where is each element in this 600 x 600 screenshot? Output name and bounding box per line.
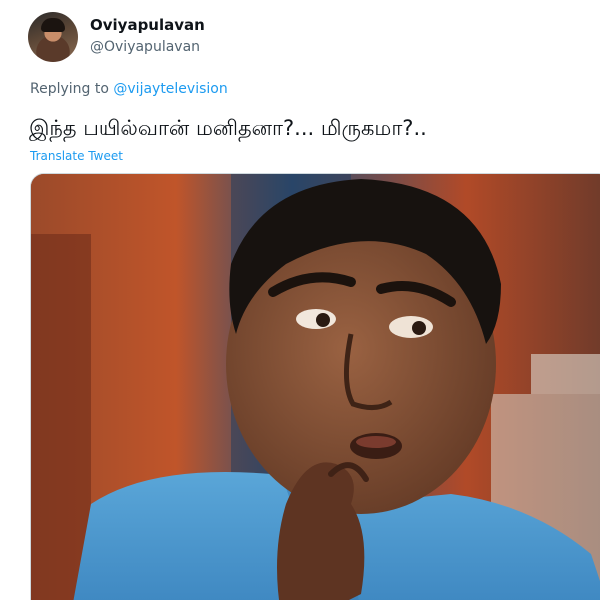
reply-mention-link[interactable]: @vijaytelevision — [113, 81, 227, 97]
tweet-text: இந்த பயில்வான் மனிதனா?... மிருகமா?.. — [29, 116, 427, 140]
translate-tweet-link[interactable]: Translate Tweet — [30, 148, 123, 164]
meme-photo-icon — [31, 174, 600, 600]
replying-to-prefix: Replying to — [30, 81, 109, 97]
author-handle[interactable]: @Oviyapulavan — [90, 38, 200, 56]
avatar[interactable] — [28, 12, 78, 62]
author-display-name[interactable]: Oviyapulavan — [90, 16, 205, 34]
tweet-media-photo[interactable] — [30, 173, 600, 600]
replying-to-line: Replying to @vijaytelevision — [30, 80, 228, 98]
avatar-hair-shape — [41, 18, 65, 32]
tweet-card: Oviyapulavan @Oviyapulavan Replying to @… — [0, 0, 600, 600]
